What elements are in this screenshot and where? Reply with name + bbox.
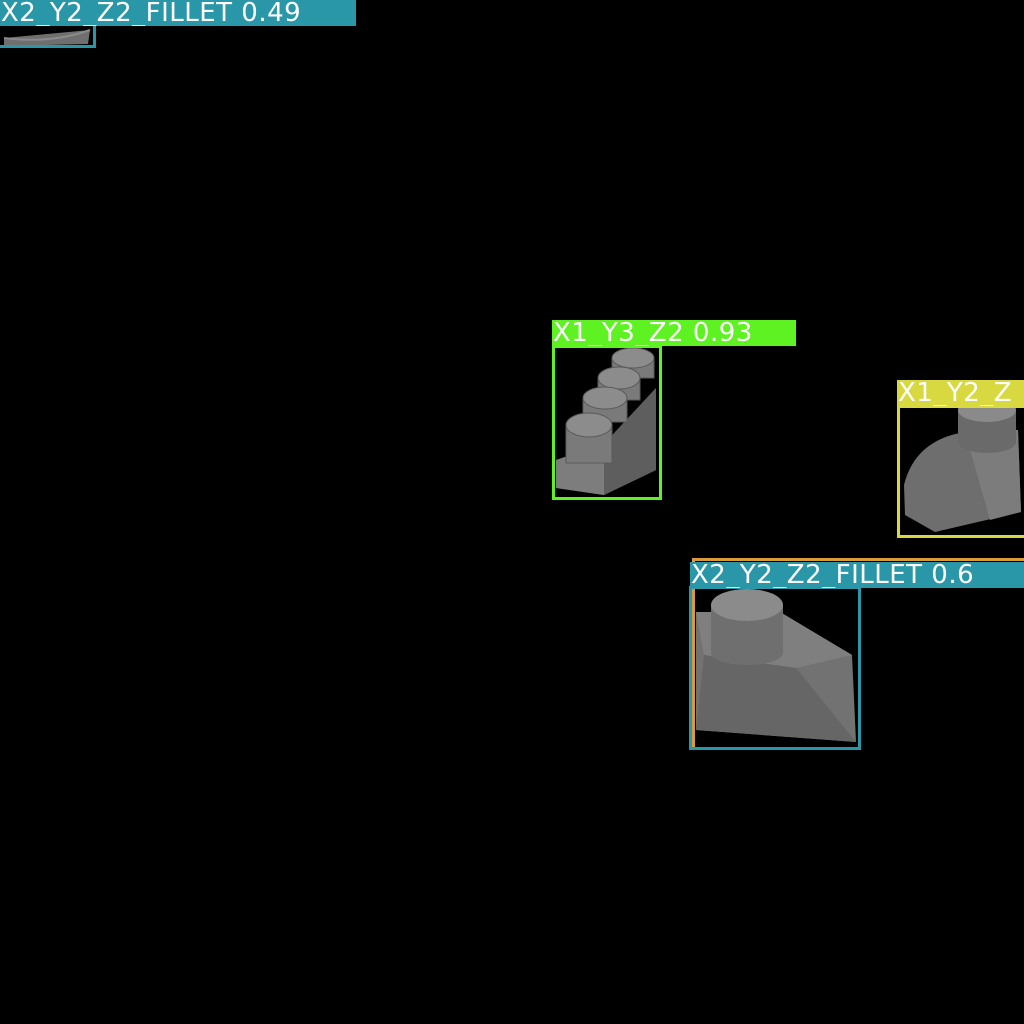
detection-label-1x2-fillet: X1_Y2_Z [897,380,1024,406]
scene-canvas [3,29,1021,742]
detection-label-fillet-topleft: X2_Y2_Z2_FILLET 0.49 [0,0,356,26]
detection-label-text: X1_Y2_Z [898,380,1013,406]
detection-box-2x2-fillet [689,586,861,750]
detection-box-1x3 [552,345,662,500]
detection-label-text: X1_Y3_Z2 0.93 [553,320,753,346]
detection-label-text: X2_Y2_Z2_FILLET 0.6 [691,562,975,588]
detection-label-1x3: X1_Y3_Z2 0.93 [552,320,796,346]
detection-label-2x2-fillet: X2_Y2_Z2_FILLET 0.6 [690,562,1024,588]
detection-label-text: X2_Y2_Z2_FILLET 0.49 [1,0,302,26]
detection-box-1x2-fillet [897,405,1024,538]
